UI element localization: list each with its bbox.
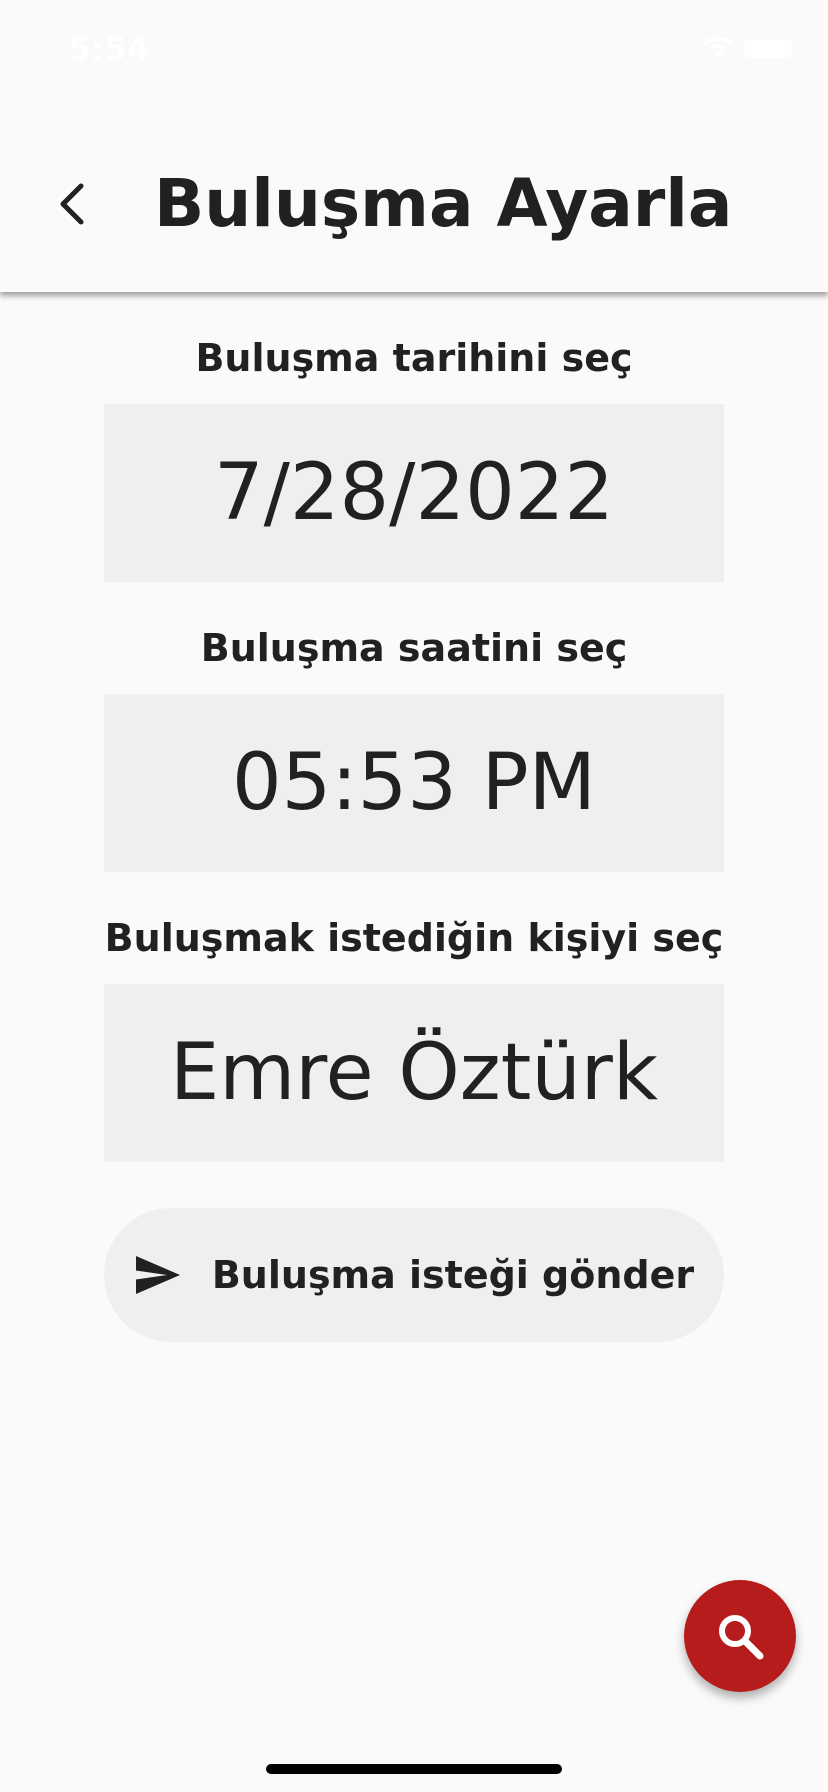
back-button[interactable]	[40, 168, 104, 240]
date-picker-field[interactable]: 7/28/2022	[104, 404, 724, 582]
time-picker-field[interactable]: 05:53 PM	[104, 694, 724, 872]
chevron-left-icon	[60, 183, 84, 225]
wifi-icon	[700, 34, 736, 60]
home-indicator	[266, 1764, 562, 1774]
send-meeting-request-button[interactable]: Buluşma isteği gönder	[104, 1208, 724, 1342]
send-icon	[134, 1254, 182, 1296]
search-icon	[719, 1615, 764, 1660]
person-select-field[interactable]: Emre Öztürk	[104, 984, 724, 1162]
send-button-label: Buluşma isteği gönder	[211, 1253, 695, 1297]
status-time: 5:54	[68, 30, 150, 68]
page-title: Buluşma Ayarla	[154, 165, 733, 242]
battery-icon	[744, 40, 792, 58]
app-bar: 5:54 Buluşma Ayarla	[0, 0, 828, 292]
person-label: Buluşmak istediğin kişiyi seç	[104, 916, 724, 960]
search-fab-button[interactable]	[684, 1580, 796, 1692]
time-label: Buluşma saatini seç	[200, 626, 628, 670]
date-label: Buluşma tarihini seç	[195, 336, 633, 380]
status-bar: 5:54	[0, 0, 828, 100]
